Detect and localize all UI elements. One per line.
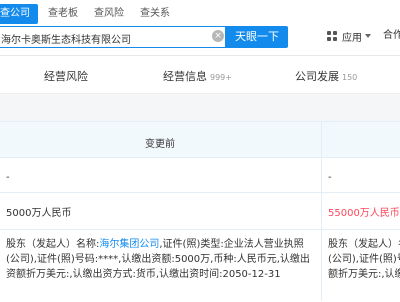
nav-development-count: 150 — [342, 73, 358, 82]
nav-business-risk[interactable]: 经营风险 — [44, 68, 88, 84]
change-record-table: 变更前 - - 5000万人民币 55000万人民币 股东（发起人）名称:海尔集… — [0, 121, 400, 302]
tab-risk[interactable]: 查风险 — [88, 4, 130, 24]
table-header: 变更前 — [0, 122, 400, 158]
app-menu-label: 应用 — [342, 32, 362, 44]
search-button[interactable]: 天眼一下 — [226, 26, 288, 48]
section-nav: 经营风险 经营信息 999+ 公司发展 150 — [0, 56, 400, 94]
partner-link[interactable]: 合作 — [383, 27, 400, 45]
clear-icon[interactable]: × — [212, 30, 224, 42]
search-box — [0, 26, 226, 48]
after-line: 股东（发起人）名 — [328, 239, 400, 250]
shareholder-prefix: 股东（发起人）名称: — [6, 239, 100, 250]
table-row: - - — [0, 158, 400, 193]
shareholder-link[interactable]: 海尔集团公司 — [99, 239, 159, 250]
tab-company[interactable]: 查公司 — [0, 4, 38, 24]
grid-icon — [327, 30, 338, 42]
table-row: 5000万人民币 55000万人民币 — [0, 193, 400, 230]
nav-business-info-label: 经营信息 — [163, 70, 207, 83]
cell-after: 股东（发起人）名 (公司),证件(照)号 额折万美元:,认缴 — [328, 237, 400, 282]
nav-development[interactable]: 公司发展 150 — [295, 68, 357, 84]
table-row: 股东（发起人）名称:海尔集团公司,证件(照)类型:企业法人营业执照(公司),证件… — [0, 230, 400, 302]
cell-after: - — [328, 172, 332, 183]
nav-business-info[interactable]: 经营信息 999+ — [163, 68, 232, 84]
search-type-tabs: 查公司 查老板 查风险 查关系 — [0, 4, 180, 24]
after-line: 额折万美元:,认缴 — [328, 269, 400, 280]
cell-before: - — [6, 172, 10, 183]
search-input[interactable] — [1, 30, 201, 46]
nav-development-label: 公司发展 — [295, 70, 339, 83]
cell-before: 股东（发起人）名称:海尔集团公司,证件(照)类型:企业法人营业执照(公司),证件… — [6, 237, 314, 282]
nav-business-risk-label: 经营风险 — [44, 70, 88, 83]
cell-after: 55000万人民币 — [328, 208, 400, 219]
tab-relation[interactable]: 查关系 — [134, 4, 176, 24]
app-menu[interactable]: 应用 — [327, 27, 371, 45]
cell-before: 5000万人民币 — [6, 208, 72, 219]
chevron-down-icon — [365, 34, 371, 38]
nav-business-info-count: 999+ — [210, 73, 232, 82]
top-bar: 查公司 查老板 查风险 查关系 × 天眼一下 应用 合作 — [0, 0, 400, 56]
column-header-before: 变更前 — [145, 139, 175, 150]
section-divider — [0, 94, 400, 121]
tab-boss[interactable]: 查老板 — [42, 4, 84, 24]
after-line: (公司),证件(照)号 — [328, 254, 400, 265]
